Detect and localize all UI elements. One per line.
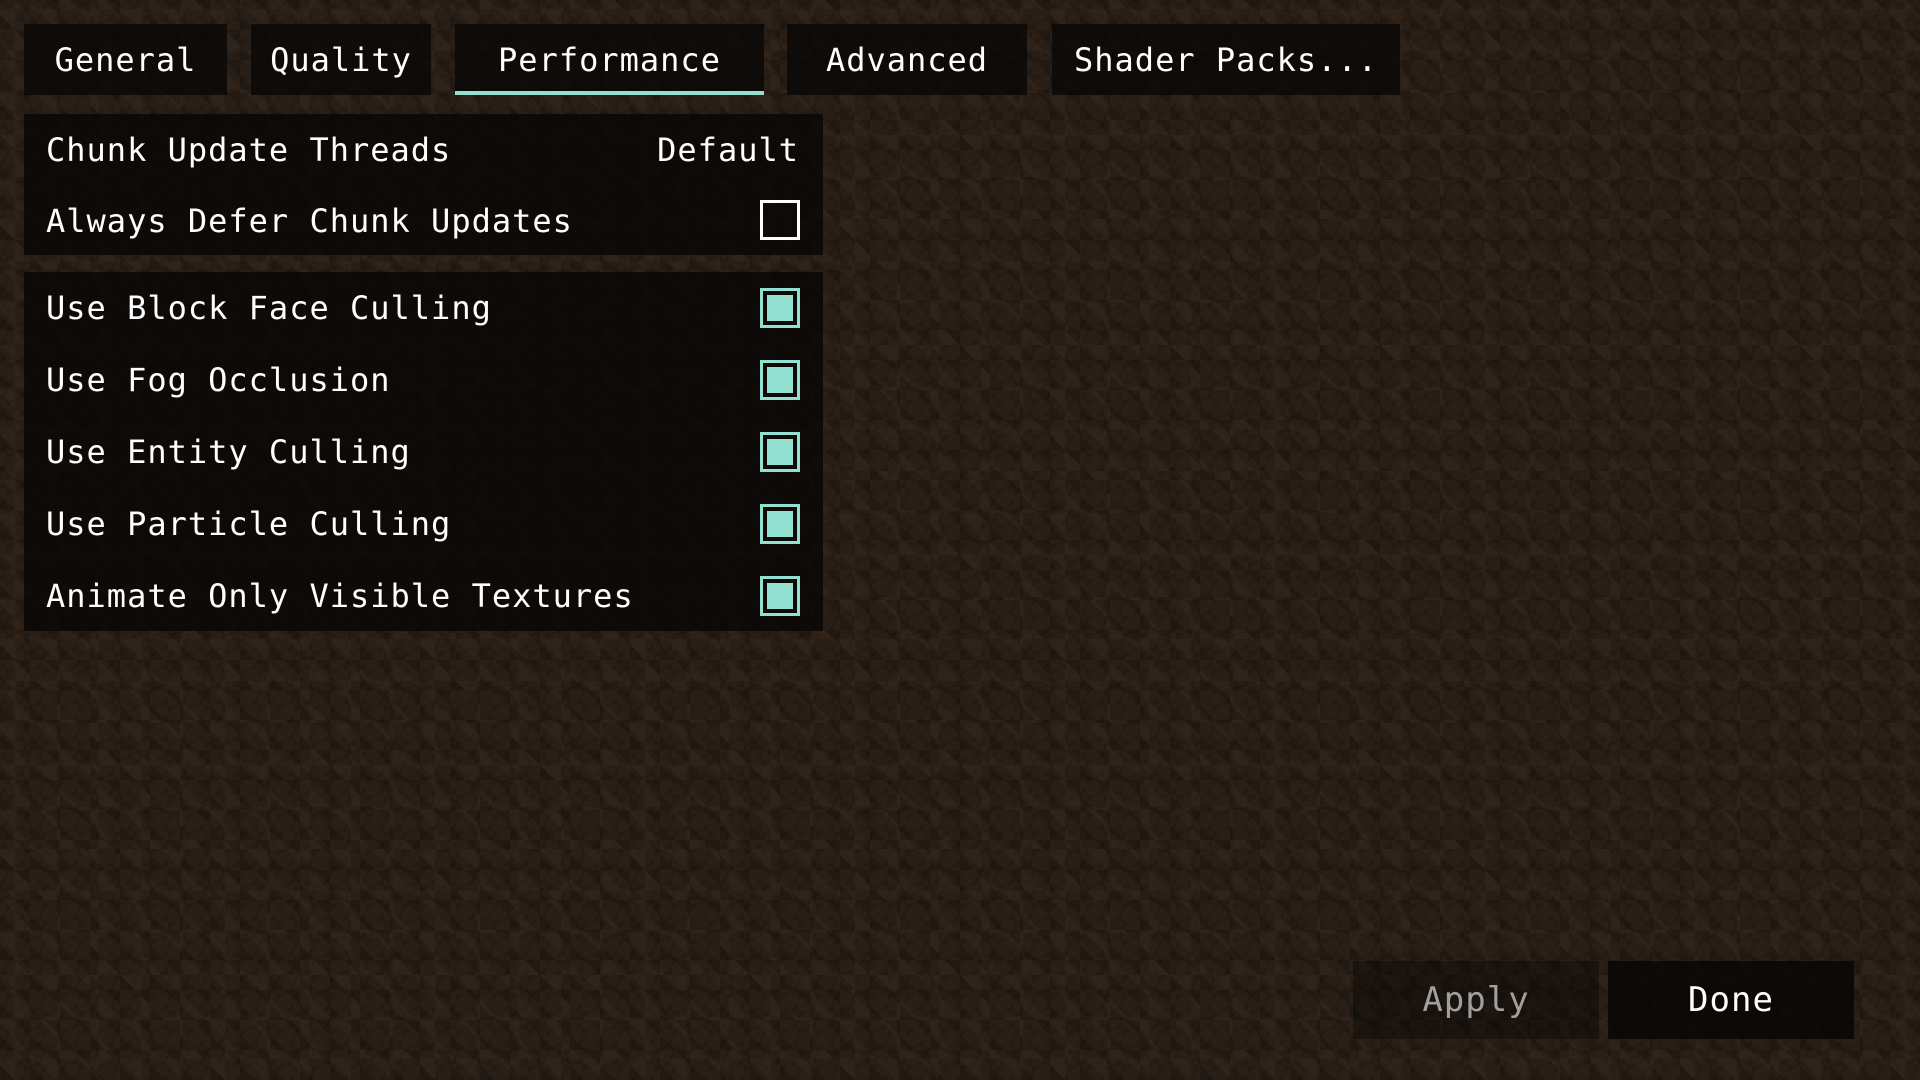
option-label: Use Particle Culling — [46, 505, 452, 543]
option-use-entity-culling[interactable]: Use Entity Culling — [24, 416, 823, 488]
tab-shader-packs[interactable]: Shader Packs... — [1052, 24, 1400, 95]
tab-advanced[interactable]: Advanced — [787, 24, 1027, 95]
option-always-defer-chunk-updates[interactable]: Always Defer Chunk Updates — [24, 186, 823, 255]
option-label: Use Fog Occlusion — [46, 361, 391, 399]
tab-general[interactable]: General — [24, 24, 227, 95]
option-label: Animate Only Visible Textures — [46, 577, 634, 615]
checkbox-checked[interactable] — [760, 360, 800, 400]
option-use-particle-culling[interactable]: Use Particle Culling — [24, 488, 823, 560]
option-label: Chunk Update Threads — [46, 131, 452, 169]
tab-performance[interactable]: Performance — [455, 24, 764, 95]
checkbox-checked[interactable] — [760, 504, 800, 544]
option-label: Use Block Face Culling — [46, 289, 492, 327]
apply-button-label: Apply — [1422, 980, 1530, 1020]
done-button[interactable]: Done — [1608, 961, 1854, 1039]
checkbox-checked[interactable] — [760, 576, 800, 616]
tab-shader-packs-label: Shader Packs... — [1074, 40, 1378, 79]
option-label: Use Entity Culling — [46, 433, 411, 471]
option-use-block-face-culling[interactable]: Use Block Face Culling — [24, 272, 823, 344]
option-chunk-update-threads[interactable]: Chunk Update Threads Default — [24, 114, 823, 186]
tab-quality-label: Quality — [270, 40, 412, 79]
option-animate-only-visible-textures[interactable]: Animate Only Visible Textures — [24, 560, 823, 632]
done-button-label: Done — [1688, 980, 1774, 1020]
checkbox-unchecked[interactable] — [760, 200, 800, 240]
checkbox-checked[interactable] — [760, 432, 800, 472]
option-group-culling: Use Block Face Culling Use Fog Occlusion… — [24, 272, 823, 631]
apply-button[interactable]: Apply — [1353, 961, 1599, 1039]
option-use-fog-occlusion[interactable]: Use Fog Occlusion — [24, 344, 823, 416]
tab-advanced-label: Advanced — [825, 40, 989, 79]
tab-performance-label: Performance — [498, 40, 721, 79]
option-label: Always Defer Chunk Updates — [46, 201, 573, 240]
option-value: Default — [657, 131, 799, 169]
checkbox-checked[interactable] — [760, 288, 800, 328]
option-group-chunks: Chunk Update Threads Default Always Defe… — [24, 114, 823, 255]
tab-quality[interactable]: Quality — [251, 24, 431, 95]
tab-general-label: General — [54, 40, 197, 79]
